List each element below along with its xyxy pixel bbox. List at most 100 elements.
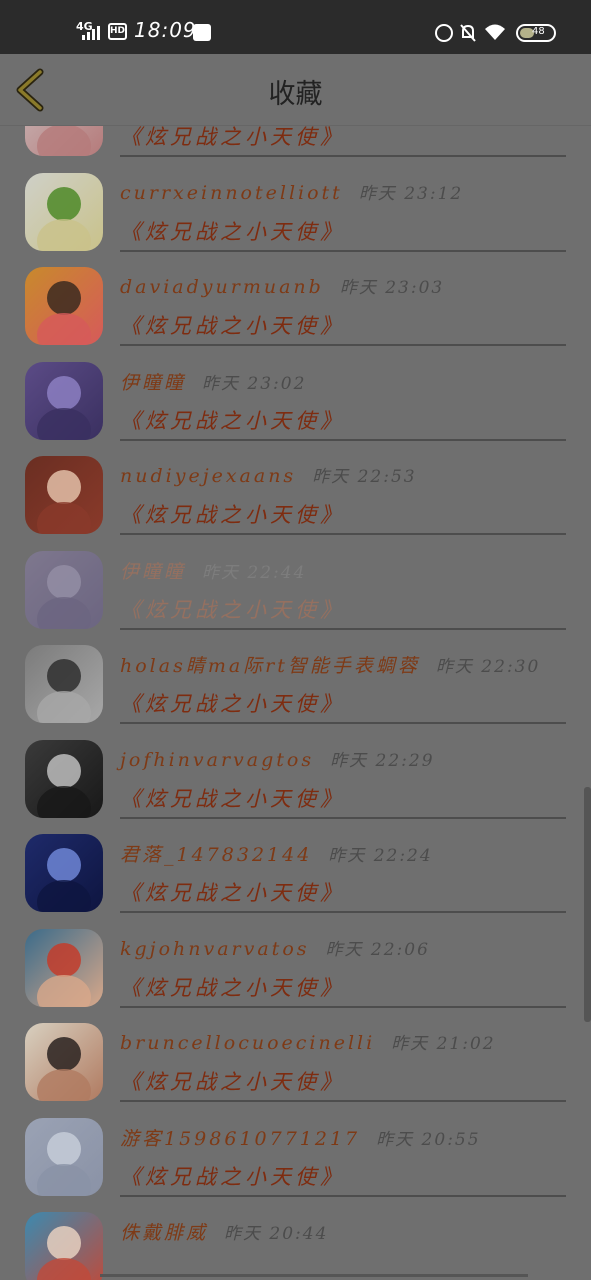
book-title-link[interactable]: 《炫兄战之小天使》: [120, 126, 345, 151]
timestamp: 昨天 23:03: [339, 278, 445, 298]
divider: [120, 1100, 566, 1102]
user-name[interactable]: bruncellocuoecinelli: [120, 1032, 375, 1054]
user-name[interactable]: 侏戴腓威: [120, 1222, 208, 1244]
user-name[interactable]: 游客1598610771217: [120, 1128, 360, 1150]
user-name[interactable]: kgjohnvarvatos: [120, 938, 310, 960]
book-title-link[interactable]: 《炫兄战之小天使》: [120, 594, 345, 624]
item-meta: 伊瞳瞳 昨天 22:44: [120, 557, 306, 584]
status-bar: 4G HD 18:09 48: [0, 0, 591, 54]
book-title-link[interactable]: 《炫兄战之小天使》: [120, 783, 345, 813]
favorites-list[interactable]: 《炫兄战之小天使》 currxeinnotelliott 昨天 23:12 《炫兄战之…: [0, 126, 591, 1280]
telegram-icon: [193, 24, 211, 41]
item-meta: 侏戴腓威 昨天 20:44: [120, 1218, 328, 1245]
status-time: 18:09: [134, 18, 197, 42]
alarm-icon: [435, 24, 453, 42]
timestamp: 昨天 21:02: [391, 1034, 496, 1054]
avatar[interactable]: [25, 361, 103, 440]
list-item[interactable]: daviadyurmuanb 昨天 23:03 《炫兄战之小天使》: [0, 255, 591, 350]
book-title-link[interactable]: 《炫兄战之小天使》: [120, 310, 345, 340]
list-item[interactable]: jofhinvarvagtos 昨天 22:29 《炫兄战之小天使》: [0, 728, 591, 823]
divider: [120, 438, 566, 441]
divider: [120, 249, 566, 252]
avatar[interactable]: [25, 172, 103, 251]
avatar[interactable]: [25, 126, 103, 156]
user-name[interactable]: currxeinnotelliott: [120, 182, 343, 204]
wifi-icon: [485, 24, 505, 40]
list-item[interactable]: 《炫兄战之小天使》: [0, 126, 591, 161]
timestamp: 昨天 23:02: [202, 373, 307, 394]
book-title-link[interactable]: 《炫兄战之小天使》: [120, 972, 345, 1002]
book-title-link[interactable]: 《炫兄战之小天使》: [120, 877, 345, 907]
book-title-link[interactable]: 《炫兄战之小天使》: [120, 688, 345, 718]
divider: [120, 911, 566, 913]
divider: [120, 344, 566, 346]
book-title-link[interactable]: 《炫兄战之小天使》: [120, 1161, 345, 1191]
user-name[interactable]: jofhinvarvagtos: [120, 749, 314, 771]
avatar[interactable]: [25, 739, 103, 818]
timestamp: 昨天 20:55: [376, 1129, 481, 1150]
divider: [120, 816, 566, 819]
page-title: 收藏: [268, 79, 323, 110]
avatar[interactable]: [25, 928, 103, 1007]
hd-badge: HD: [108, 23, 127, 40]
avatar[interactable]: [25, 550, 103, 629]
avatar[interactable]: [25, 834, 103, 912]
avatar[interactable]: [25, 1023, 103, 1101]
signal-icon: [82, 24, 104, 40]
avatar[interactable]: [25, 267, 103, 345]
item-meta: daviadyurmuanb 昨天 23:03: [120, 273, 444, 298]
timestamp: 昨天 22:53: [312, 467, 417, 487]
battery-level: 48: [532, 26, 545, 37]
item-meta: currxeinnotelliott 昨天 23:12: [120, 179, 463, 204]
divider: [120, 155, 566, 157]
divider: [120, 533, 566, 535]
divider: [120, 1005, 566, 1008]
item-meta: holas睛ma际rt智能手表蜩蓉 昨天 22:30: [120, 651, 540, 678]
avatar[interactable]: [25, 645, 103, 723]
book-title-link[interactable]: 《炫兄战之小天使》: [120, 1066, 345, 1096]
timestamp: 昨天 22:29: [330, 750, 435, 771]
list-item[interactable]: 游客1598610771217 昨天 20:55 《炫兄战之小天使》: [0, 1106, 591, 1201]
item-meta: 伊瞳瞳 昨天 23:02: [120, 368, 306, 395]
list-item[interactable]: 君落_147832144 昨天 22:24 《炫兄战之小天使》: [0, 822, 591, 917]
list-item[interactable]: kgjohnvarvatos 昨天 22:06 《炫兄战之小天使》: [0, 917, 591, 1012]
item-meta: 君落_147832144 昨天 22:24: [120, 840, 433, 867]
avatar[interactable]: [25, 1212, 103, 1280]
avatar[interactable]: [25, 1117, 103, 1196]
mute-notification-icon: [460, 24, 476, 42]
item-meta: bruncellocuoecinelli 昨天 21:02: [120, 1029, 496, 1054]
user-name[interactable]: nudiyejexaans: [120, 465, 296, 487]
list-item[interactable]: nudiyejexaans 昨天 22:53 《炫兄战之小天使》: [0, 444, 591, 539]
divider: [120, 627, 566, 630]
timestamp: 昨天 22:44: [202, 562, 307, 583]
item-meta: nudiyejexaans 昨天 22:53: [120, 462, 417, 487]
bottom-divider: [100, 1274, 528, 1277]
list-item[interactable]: bruncellocuoecinelli 昨天 21:02 《炫兄战之小天使》: [0, 1011, 591, 1106]
item-meta: 游客1598610771217 昨天 20:55: [120, 1124, 481, 1151]
avatar[interactable]: [25, 456, 103, 534]
item-meta: kgjohnvarvatos 昨天 22:06: [120, 935, 430, 960]
scrollbar[interactable]: [584, 787, 591, 1022]
user-name[interactable]: 伊瞳瞳: [120, 372, 186, 394]
timestamp: 昨天 23:12: [358, 183, 464, 204]
divider: [120, 1194, 566, 1197]
list-item[interactable]: holas睛ma际rt智能手表蜩蓉 昨天 22:30 《炫兄战之小天使》: [0, 633, 591, 728]
list-item[interactable]: 侏戴腓威 昨天 20:44: [0, 1200, 591, 1280]
item-meta: jofhinvarvagtos 昨天 22:29: [120, 746, 435, 771]
list-item[interactable]: 伊瞳瞳 昨天 23:02 《炫兄战之小天使》: [0, 350, 591, 445]
timestamp: 昨天 22:06: [325, 939, 430, 960]
header: 收藏: [0, 54, 591, 126]
list-item[interactable]: 伊瞳瞳 昨天 22:44 《炫兄战之小天使》: [0, 539, 591, 634]
timestamp: 昨天 22:30: [435, 657, 541, 677]
list-item[interactable]: currxeinnotelliott 昨天 23:12 《炫兄战之小天使》: [0, 161, 591, 256]
user-name[interactable]: daviadyurmuanb: [120, 276, 324, 298]
user-name[interactable]: holas睛ma际rt智能手表蜩蓉: [120, 655, 420, 677]
user-name[interactable]: 伊瞳瞳: [120, 561, 186, 583]
book-title-link[interactable]: 《炫兄战之小天使》: [120, 216, 345, 246]
book-title-link[interactable]: 《炫兄战之小天使》: [120, 499, 345, 529]
user-name[interactable]: 君落_147832144: [120, 844, 312, 866]
timestamp: 昨天 22:24: [328, 846, 433, 866]
book-title-link[interactable]: 《炫兄战之小天使》: [120, 405, 345, 435]
timestamp: 昨天 20:44: [224, 1224, 329, 1244]
divider: [120, 722, 566, 724]
